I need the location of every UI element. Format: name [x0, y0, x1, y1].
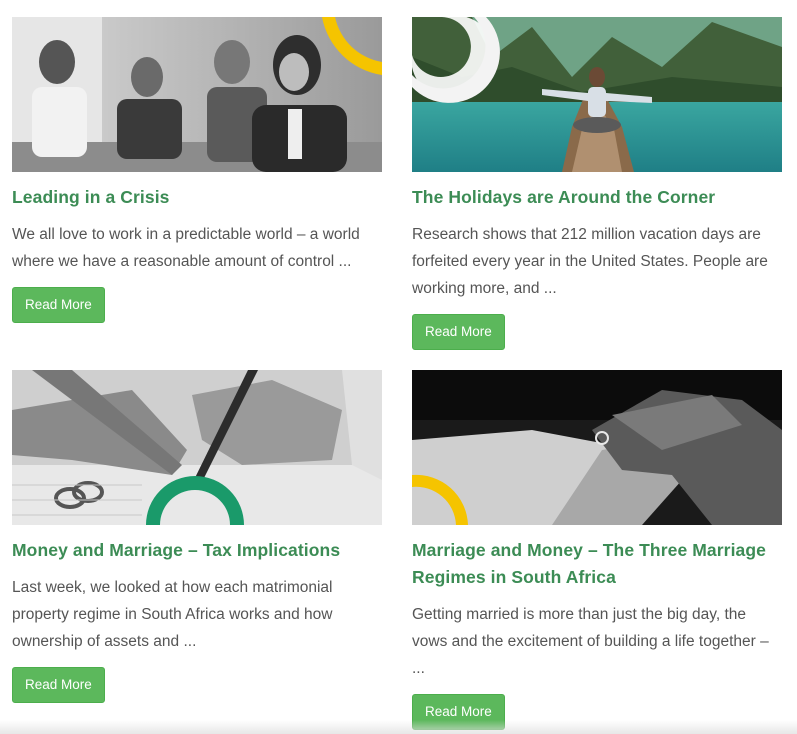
post-excerpt: Last week, we looked at how each matrimo… [12, 579, 333, 650]
post-excerpt: We all love to work in a predictable wor… [12, 226, 360, 270]
blog-card: Money and Marriage – Tax Implications La… [12, 370, 382, 703]
blog-card: The Holidays are Around the Corner Resea… [412, 17, 782, 350]
post-title[interactable]: The Holidays are Around the Corner [412, 184, 782, 211]
wedding-ring-image[interactable] [412, 370, 782, 525]
read-more-button[interactable]: Read More [12, 287, 105, 323]
woman-on-boat-image[interactable] [412, 17, 782, 172]
read-more-button[interactable]: Read More [412, 314, 505, 350]
post-title[interactable]: Money and Marriage – Tax Implications [12, 537, 382, 564]
blog-card: Leading in a Crisis We all love to work … [12, 17, 382, 323]
business-meeting-image[interactable] [12, 17, 382, 172]
post-excerpt: Getting married is more than just the bi… [412, 606, 769, 677]
post-title[interactable]: Leading in a Crisis [12, 184, 382, 211]
signing-document-image[interactable] [12, 370, 382, 525]
blog-card: Marriage and Money – The Three Marriage … [412, 370, 782, 730]
post-title[interactable]: Marriage and Money – The Three Marriage … [412, 537, 782, 591]
post-excerpt: Research shows that 212 million vacation… [412, 226, 768, 297]
read-more-button[interactable]: Read More [12, 667, 105, 703]
bottom-fade [0, 720, 797, 734]
